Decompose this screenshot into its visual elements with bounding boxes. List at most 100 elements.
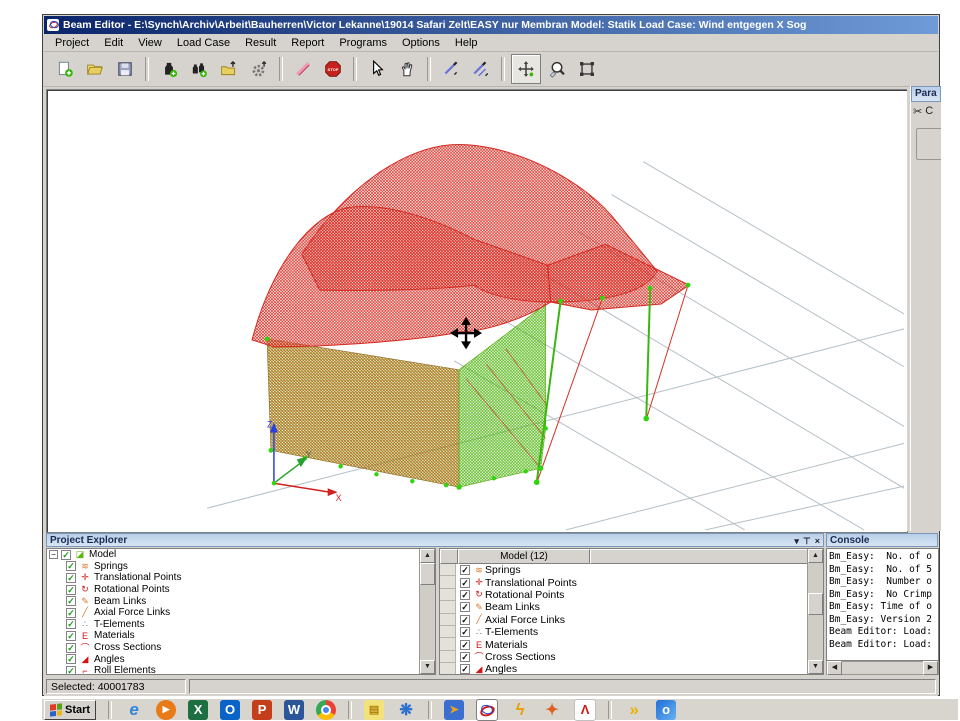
menu-edit[interactable]: Edit (97, 35, 130, 51)
checkbox[interactable]: ✓ (66, 561, 76, 571)
row-selector[interactable] (440, 614, 456, 626)
checkbox[interactable]: ✓ (460, 652, 470, 662)
chrome-icon[interactable] (316, 700, 336, 720)
tree-item-materials[interactable]: ✓EMaterials (66, 630, 435, 642)
list-item-cross-sections[interactable]: ✓⌒Cross Sections (440, 651, 823, 663)
dock-menu-icon[interactable]: ▾ (794, 534, 799, 547)
list-scrollbar[interactable]: ▲ ▼ (807, 549, 823, 674)
row-selector[interactable] (440, 651, 456, 663)
media-player-icon[interactable]: ▶ (156, 700, 176, 720)
list-item-angles[interactable]: ✓◢Angles (440, 663, 823, 675)
console-output[interactable]: Bm_Easy: No. of o Bm_Easy: No. of 5 Bm_E… (826, 548, 939, 661)
row-selector[interactable] (440, 576, 456, 588)
scroll-down-icon[interactable]: ▼ (420, 660, 435, 674)
arrows-app-icon[interactable]: » (624, 700, 644, 720)
checkbox[interactable]: ✓ (66, 666, 76, 675)
model-viewport[interactable]: Z Y X (46, 89, 908, 533)
color-fan-icon[interactable]: ❋ (396, 700, 416, 720)
open-button[interactable] (81, 55, 109, 83)
fit-view-button[interactable] (573, 55, 601, 83)
checkbox[interactable]: ✓ (66, 619, 76, 629)
checkbox[interactable]: ✓ (460, 640, 470, 650)
checkbox[interactable]: ✓ (460, 627, 470, 637)
acrobat-icon[interactable]: Λ (574, 699, 596, 721)
list-item-beam-links[interactable]: ✓✎Beam Links (440, 601, 823, 613)
tree-item-angles[interactable]: ✓◢Angles (66, 653, 435, 665)
notes-app-icon[interactable]: ▤ (364, 700, 384, 720)
scroll-down-icon[interactable]: ▼ (808, 660, 823, 674)
select-tool-button[interactable] (363, 55, 391, 83)
tree-item-rotational-points[interactable]: ✓↻Rotational Points (66, 584, 435, 596)
pan-tool-button[interactable] (393, 55, 421, 83)
scroll-thumb[interactable] (420, 563, 435, 585)
list-item-t-elements[interactable]: ✓∴T-Elements (440, 626, 823, 638)
list-item-translational-points[interactable]: ✓✛Translational Points (440, 576, 823, 588)
menu-load-case[interactable]: Load Case (170, 35, 237, 51)
flame-app-icon[interactable]: ✦ (542, 700, 562, 720)
beam-editor-task-icon[interactable] (476, 699, 498, 721)
tree-scrollbar[interactable]: ▲ ▼ (419, 549, 435, 674)
row-selector[interactable] (440, 589, 456, 601)
scroll-thumb[interactable] (808, 593, 823, 615)
checkbox[interactable]: ✓ (460, 602, 470, 612)
scroll-up-icon[interactable]: ▲ (808, 549, 823, 563)
checkbox[interactable]: ✓ (460, 565, 470, 575)
checkbox[interactable]: ✓ (66, 585, 76, 595)
title-bar[interactable]: Beam Editor - E:\Synch\Archiv\Arbeit\Bau… (44, 16, 938, 34)
console-header[interactable]: Console (826, 533, 938, 547)
dock-pin-icon[interactable]: ⊤ (803, 534, 811, 547)
checkbox[interactable]: ✓ (66, 631, 76, 641)
checkbox[interactable]: ✓ (460, 590, 470, 600)
console-scrollbar[interactable]: ◀ ▶ (826, 661, 939, 675)
menu-report[interactable]: Report (284, 35, 331, 51)
tree-item-model[interactable]: − ✓ ◪ Model (47, 549, 435, 561)
menu-programs[interactable]: Programs (332, 35, 394, 51)
scroll-left-icon[interactable]: ◀ (827, 661, 842, 675)
menu-result[interactable]: Result (238, 35, 283, 51)
tree-item-roll-elements[interactable]: ✓⌐Roll Elements (66, 665, 435, 675)
list-item-springs[interactable]: ✓≋Springs (440, 564, 823, 576)
internet-explorer-icon[interactable]: e (124, 700, 144, 720)
move-tool-button[interactable] (511, 54, 541, 84)
draw-line-button[interactable] (437, 55, 465, 83)
checkbox[interactable]: ✓ (460, 664, 470, 674)
cad-app-icon[interactable]: ➤ (444, 700, 464, 720)
list-item-axial-force-links[interactable]: ✓╱Axial Force Links (440, 614, 823, 626)
menu-help[interactable]: Help (448, 35, 485, 51)
checkbox[interactable]: ✓ (66, 573, 76, 583)
row-selector[interactable] (440, 626, 456, 638)
excel-icon[interactable]: X (188, 700, 208, 720)
checkbox[interactable]: ✓ (460, 615, 470, 625)
add-load-button[interactable] (155, 55, 183, 83)
add-loads-button[interactable] (185, 55, 213, 83)
run-settings-button[interactable] (245, 55, 273, 83)
row-selector[interactable] (440, 564, 456, 576)
row-selector[interactable] (440, 638, 456, 650)
checkbox[interactable]: ✓ (66, 608, 76, 618)
checkbox[interactable]: ✓ (66, 596, 76, 606)
menu-view[interactable]: View (131, 35, 169, 51)
tree-item-beam-links[interactable]: ✓✎Beam Links (66, 595, 435, 607)
tree-item-axial-force-links[interactable]: ✓╱Axial Force Links (66, 607, 435, 619)
tree-item-springs[interactable]: ✓≋Springs (66, 561, 435, 573)
row-selector[interactable] (440, 663, 456, 675)
new-project-button[interactable] (51, 55, 79, 83)
tree-item-translational-points[interactable]: ✓✛Translational Points (66, 572, 435, 584)
project-explorer-header[interactable]: Project Explorer ▾ ⊤ × (46, 533, 824, 547)
collapse-icon[interactable]: − (49, 550, 58, 559)
scroll-up-icon[interactable]: ▲ (420, 549, 435, 563)
outlook-classic-icon[interactable]: O (220, 700, 240, 720)
powerpoint-icon[interactable]: P (252, 700, 272, 720)
draw-slash-button[interactable] (289, 55, 317, 83)
save-button[interactable] (111, 55, 139, 83)
scroll-right-icon[interactable]: ▶ (923, 661, 938, 675)
menu-project[interactable]: Project (48, 35, 96, 51)
checkbox[interactable]: ✓ (61, 550, 71, 560)
dock-close-icon[interactable]: × (815, 534, 820, 547)
outlook-new-icon[interactable]: o (656, 700, 676, 720)
import-folder-button[interactable] (215, 55, 243, 83)
list-item-rotational-points[interactable]: ✓↻Rotational Points (440, 589, 823, 601)
checkbox[interactable]: ✓ (66, 654, 76, 664)
row-selector[interactable] (440, 601, 456, 613)
tree-item-t-elements[interactable]: ✓∴T-Elements (66, 619, 435, 631)
